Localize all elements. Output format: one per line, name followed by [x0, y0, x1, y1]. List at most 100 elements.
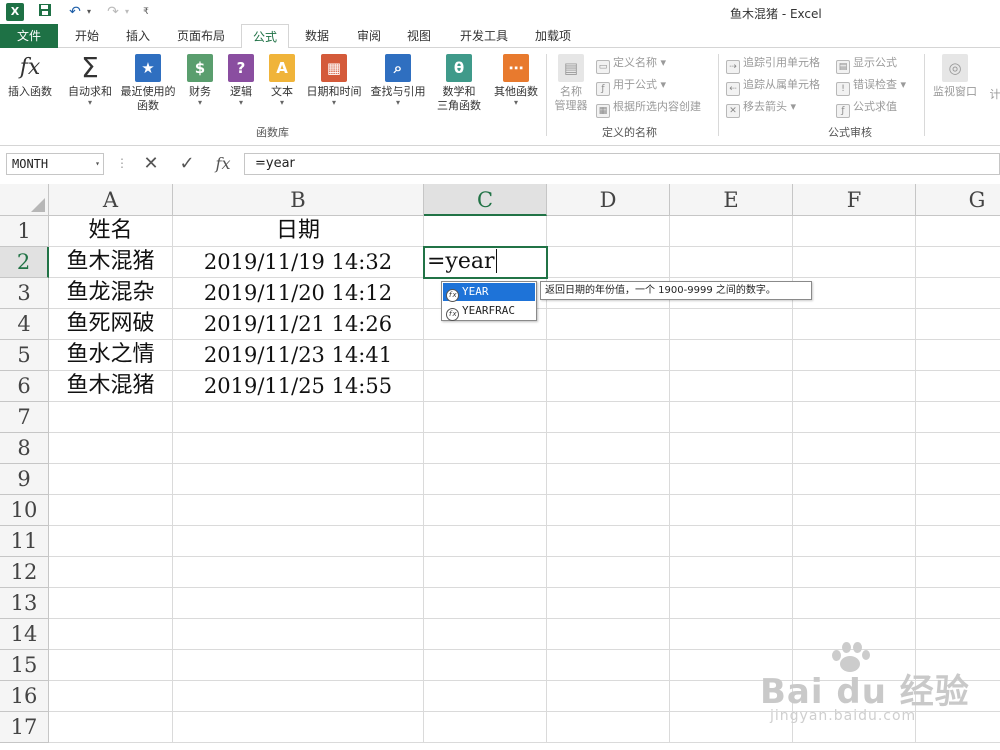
cell-g6[interactable] — [916, 371, 1000, 402]
save-icon[interactable] — [36, 3, 54, 21]
cell-a17[interactable] — [49, 712, 173, 743]
cell-f7[interactable] — [793, 402, 916, 433]
cell-d9[interactable] — [547, 464, 670, 495]
column-header-f[interactable]: F — [793, 184, 916, 216]
math-trig-button[interactable]: θ 数学和 三角函数 — [430, 54, 488, 113]
cell-d15[interactable] — [547, 650, 670, 681]
cell-b5[interactable]: 2019/11/23 14:41 — [173, 340, 424, 371]
cell-g7[interactable] — [916, 402, 1000, 433]
cell-f5[interactable] — [793, 340, 916, 371]
column-header-g[interactable]: G — [916, 184, 1000, 216]
cell-f10[interactable] — [793, 495, 916, 526]
row-header-12[interactable]: 12 — [0, 557, 49, 588]
cell-a14[interactable] — [49, 619, 173, 650]
cell-f9[interactable] — [793, 464, 916, 495]
recent-functions-button[interactable]: ★ 最近使用的 函数 — [118, 54, 178, 113]
chevron-down-icon[interactable]: ▾ — [95, 154, 100, 174]
cancel-icon[interactable]: ✕ — [138, 152, 164, 176]
cell-b14[interactable] — [173, 619, 424, 650]
cell-g17[interactable] — [916, 712, 1000, 743]
row-header-16[interactable]: 16 — [0, 681, 49, 712]
excel-logo-icon[interactable]: X — [6, 3, 24, 21]
error-checking-button[interactable]: ! 错误检查 ▾ — [836, 76, 906, 96]
cell-e12[interactable] — [670, 557, 793, 588]
row-header-17[interactable]: 17 — [0, 712, 49, 743]
cell-b2[interactable]: 2019/11/19 14:32 — [173, 247, 424, 278]
cell-d8[interactable] — [547, 433, 670, 464]
cell-g15[interactable] — [916, 650, 1000, 681]
cell-b6[interactable]: 2019/11/25 14:55 — [173, 371, 424, 402]
cell-d11[interactable] — [547, 526, 670, 557]
cell-b1[interactable]: 日期 — [173, 216, 424, 247]
autocomplete-item-yearfrac[interactable]: fx YEARFRAC — [443, 302, 535, 321]
row-header-3[interactable]: 3 — [0, 278, 49, 309]
row-header-15[interactable]: 15 — [0, 650, 49, 681]
cell-b17[interactable] — [173, 712, 424, 743]
cell-c13[interactable] — [424, 588, 547, 619]
cell-f1[interactable] — [793, 216, 916, 247]
cell-c1[interactable] — [424, 216, 547, 247]
column-header-e[interactable]: E — [670, 184, 793, 216]
autosum-button[interactable]: Σ 自动求和 ▾ — [64, 54, 116, 107]
cell-g3[interactable] — [916, 278, 1000, 309]
enter-icon[interactable]: ✓ — [174, 152, 200, 176]
cell-e11[interactable] — [670, 526, 793, 557]
cell-b8[interactable] — [173, 433, 424, 464]
cell-c12[interactable] — [424, 557, 547, 588]
select-all-button[interactable] — [0, 184, 49, 216]
name-manager-button[interactable]: ▤ 名称 管理器 — [550, 54, 592, 113]
cell-a16[interactable] — [49, 681, 173, 712]
cell-a4[interactable]: 鱼死网破 — [49, 309, 173, 340]
cell-b7[interactable] — [173, 402, 424, 433]
logical-button[interactable]: ? 逻辑 ▾ — [224, 54, 258, 107]
cell-f13[interactable] — [793, 588, 916, 619]
cell-b12[interactable] — [173, 557, 424, 588]
cell-g2[interactable] — [916, 247, 1000, 278]
tab-data[interactable]: 数据 — [298, 24, 336, 48]
calculation-options-button[interactable]: 计 — [988, 88, 1000, 102]
cell-c7[interactable] — [424, 402, 547, 433]
row-header-2[interactable]: 2 — [0, 247, 49, 278]
column-header-a[interactable]: A — [49, 184, 173, 216]
tab-addins[interactable]: 加载项 — [528, 24, 578, 48]
cell-a13[interactable] — [49, 588, 173, 619]
cell-f14[interactable] — [793, 619, 916, 650]
customize-toolbar-icon[interactable]: ₹ — [140, 3, 152, 21]
cell-a7[interactable] — [49, 402, 173, 433]
cell-f11[interactable] — [793, 526, 916, 557]
cell-f17[interactable] — [793, 712, 916, 743]
row-header-11[interactable]: 11 — [0, 526, 49, 557]
tab-page-layout[interactable]: 页面布局 — [170, 24, 232, 48]
cell-f15[interactable] — [793, 650, 916, 681]
trace-dependents-button[interactable]: ⇠ 追踪从属单元格 — [726, 76, 820, 96]
autocomplete-item-year[interactable]: fx YEAR — [443, 283, 535, 302]
cell-d10[interactable] — [547, 495, 670, 526]
cell-f4[interactable] — [793, 309, 916, 340]
cell-a6[interactable]: 鱼木混猪 — [49, 371, 173, 402]
cell-c15[interactable] — [424, 650, 547, 681]
cell-b3[interactable]: 2019/11/20 14:12 — [173, 278, 424, 309]
financial-button[interactable]: $ 财务 ▾ — [184, 54, 216, 107]
cell-d17[interactable] — [547, 712, 670, 743]
row-header-4[interactable]: 4 — [0, 309, 49, 340]
cell-a10[interactable] — [49, 495, 173, 526]
tab-developer[interactable]: 开发工具 — [452, 24, 516, 48]
cell-g5[interactable] — [916, 340, 1000, 371]
cell-c9[interactable] — [424, 464, 547, 495]
text-button[interactable]: A 文本 ▾ — [266, 54, 298, 107]
cell-a3[interactable]: 鱼龙混杂 — [49, 278, 173, 309]
cell-e15[interactable] — [670, 650, 793, 681]
active-cell-c2[interactable]: =year — [423, 246, 548, 279]
datetime-button[interactable]: ▦ 日期和时间 ▾ — [304, 54, 364, 107]
cell-b9[interactable] — [173, 464, 424, 495]
cell-d16[interactable] — [547, 681, 670, 712]
row-header-9[interactable]: 9 — [0, 464, 49, 495]
cell-c17[interactable] — [424, 712, 547, 743]
column-header-c[interactable]: C — [424, 184, 547, 216]
cell-b4[interactable]: 2019/11/21 14:26 — [173, 309, 424, 340]
lookup-button[interactable]: ⌕ 查找与引用 ▾ — [368, 54, 428, 107]
column-header-d[interactable]: D — [547, 184, 670, 216]
cell-e6[interactable] — [670, 371, 793, 402]
name-box[interactable]: MONTH ▾ — [6, 153, 104, 175]
cell-c5[interactable] — [424, 340, 547, 371]
